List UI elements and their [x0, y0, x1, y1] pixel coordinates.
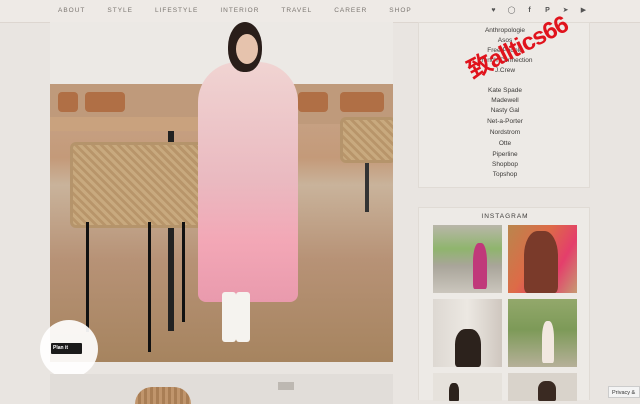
- instagram-thumb[interactable]: [433, 225, 502, 293]
- photo-chair: [70, 142, 206, 228]
- brand-link-nordstrom[interactable]: Nordstrom: [419, 129, 591, 136]
- instagram-title: INSTAGRAM: [481, 213, 529, 220]
- photo-woman-dress: [198, 62, 298, 302]
- photo-boot: [236, 292, 250, 342]
- photo-figure: [542, 321, 554, 363]
- instagram-icon[interactable]: ◯: [507, 6, 516, 15]
- nav-link-travel[interactable]: TRAVEL: [281, 7, 312, 14]
- photo-figure: [524, 231, 558, 293]
- nav-link-lifestyle[interactable]: LIFESTYLE: [155, 7, 198, 14]
- brand-link-topshop[interactable]: Topshop: [419, 171, 591, 178]
- twitter-icon[interactable]: ➤: [561, 6, 570, 15]
- photo-figure: [449, 383, 459, 401]
- photo-cushion: [85, 92, 125, 112]
- nav-link-career[interactable]: CAREER: [334, 7, 367, 14]
- facebook-icon[interactable]: f: [525, 6, 534, 15]
- photo-cushion: [340, 92, 384, 112]
- plan-it-label: Plan it: [53, 345, 69, 351]
- brand-link-madewell[interactable]: Madewell: [419, 97, 591, 104]
- photo-figure: [538, 381, 556, 401]
- brand-link-otte[interactable]: Otte: [419, 140, 591, 147]
- brand-link-nasty-gal[interactable]: Nasty Gal: [419, 107, 591, 114]
- nav-link-shop[interactable]: SHOP: [389, 7, 411, 14]
- social-icons: ♥ ◯ f P ➤ ▶: [480, 6, 588, 15]
- privacy-badge[interactable]: Privacy &: [608, 386, 640, 398]
- brand-link-piperline[interactable]: Piperline: [419, 151, 591, 158]
- main-column: Plan it: [40, 22, 393, 404]
- photo-woman-face: [236, 34, 258, 64]
- photo-cushion: [298, 92, 328, 112]
- nav-link-interior[interactable]: INTERIOR: [220, 7, 259, 14]
- instagram-thumb[interactable]: [433, 373, 502, 401]
- heart-icon[interactable]: ♥: [489, 6, 498, 15]
- photo-chair-leg: [86, 222, 89, 332]
- sidebar: Anthropologie Asos Free People French Co…: [418, 22, 591, 401]
- instagram-thumb[interactable]: [433, 299, 502, 367]
- photo-chair: [340, 117, 393, 163]
- post-photo[interactable]: [50, 22, 393, 362]
- photo-boot: [222, 292, 236, 342]
- instagram-thumb[interactable]: [508, 299, 577, 367]
- instagram-thumb[interactable]: [508, 225, 577, 293]
- instagram-widget: INSTAGRAM: [418, 207, 590, 401]
- nav-link-style[interactable]: STYLE: [107, 7, 133, 14]
- privacy-label: Privacy &: [612, 390, 636, 396]
- brand-link-shopbop[interactable]: Shopbop: [419, 161, 591, 168]
- photo-figure: [473, 243, 487, 289]
- photo-chair-leg: [148, 222, 151, 352]
- plan-it-button[interactable]: Plan it: [51, 343, 82, 354]
- photo-fixture: [278, 382, 294, 390]
- instagram-thumb[interactable]: [508, 373, 577, 401]
- photo-cushion: [58, 92, 78, 112]
- brand-link-net-a-porter[interactable]: Net-a-Porter: [419, 118, 591, 125]
- photo-lamp: [135, 387, 191, 404]
- nav-link-about[interactable]: ABOUT: [58, 7, 85, 14]
- photo-figure: [455, 329, 481, 367]
- brand-link-kate-spade[interactable]: Kate Spade: [419, 87, 591, 94]
- nav-links: ABOUT STYLE LIFESTYLE INTERIOR TRAVEL CA…: [58, 7, 434, 14]
- photo-chair-leg: [182, 222, 185, 322]
- youtube-icon[interactable]: ▶: [579, 6, 588, 15]
